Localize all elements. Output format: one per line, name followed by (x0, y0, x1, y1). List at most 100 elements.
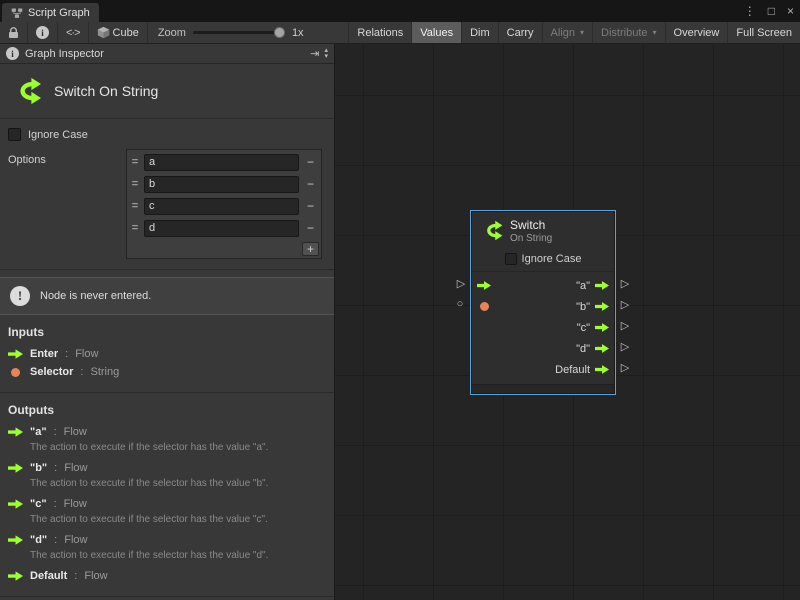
node-port-row: "b" (472, 296, 614, 317)
output-port-entry: "a" : Flow (8, 426, 326, 438)
port-description: The action to execute if the selector ha… (30, 442, 326, 453)
toolbar-button-fullscreen[interactable]: Full Screen (727, 22, 800, 43)
add-option-button[interactable]: + (302, 242, 319, 256)
remove-option-button[interactable]: − (302, 177, 319, 192)
node-ignore-case-row: Ignore Case (472, 249, 614, 271)
drag-handle-icon[interactable]: = (129, 222, 141, 234)
port-type: String (90, 366, 119, 378)
unconnected-output-c-triangle[interactable]: ▷ (619, 318, 631, 332)
toolbar-button-align[interactable]: Align ▾ (542, 22, 592, 43)
input-port-entry: Selector : String (8, 366, 326, 378)
output-port-entry: Default : Flow (8, 570, 326, 582)
unconnected-selector-circle[interactable]: ○ (454, 297, 466, 311)
unity-script-graph-window: Script Graph ⋮ □ × i <·> (0, 0, 800, 600)
port-type: Flow (75, 348, 98, 360)
port-separator: : (65, 348, 68, 360)
ignore-case-row: Ignore Case (0, 119, 334, 145)
toolbar-button-distribute[interactable]: Distribute ▾ (592, 22, 664, 43)
unconnected-output-default-triangle[interactable]: ▷ (619, 360, 631, 374)
flow-arrow-icon (8, 535, 23, 545)
node-footer (472, 384, 614, 393)
node-ignore-case-label: Ignore Case (522, 253, 582, 265)
drag-handle-icon[interactable]: = (129, 200, 141, 212)
inputs-section: Inputs Enter : Flow Selector : String (0, 315, 334, 393)
port-description: The action to execute if the selector ha… (30, 550, 326, 561)
tab-label: Script Graph (28, 7, 90, 19)
port-name: "c" (30, 498, 47, 510)
tab-script-graph[interactable]: Script Graph (2, 3, 99, 22)
output-port-default[interactable] (595, 365, 609, 374)
graph-canvas[interactable]: ▷ ○ ▷ ▷ ▷ ▷ ▷ Switch On String (335, 44, 800, 600)
remove-option-button[interactable]: − (302, 221, 319, 236)
option-row: = − (129, 151, 319, 173)
option-input-0[interactable] (144, 154, 299, 171)
toolbar-button-dim[interactable]: Dim (461, 22, 498, 43)
toolbar-button-values[interactable]: Values (411, 22, 461, 43)
dock-icon[interactable]: ⇥ (310, 47, 319, 60)
flow-arrow-icon (8, 499, 23, 509)
toolbar-button-relations[interactable]: Relations (348, 22, 411, 43)
unconnected-output-d-triangle[interactable]: ▷ (619, 339, 631, 353)
option-row: = − (129, 217, 319, 239)
zoom-slider-knob[interactable] (274, 27, 285, 38)
window-maximize-icon[interactable]: □ (762, 4, 781, 18)
switch-on-string-node[interactable]: ▷ ○ ▷ ▷ ▷ ▷ ▷ Switch On String (471, 211, 615, 394)
window-content: i Graph Inspector ⇥ ▴ ▾ Switch On String (0, 44, 800, 600)
window-titlebar: Script Graph ⋮ □ × (0, 0, 800, 22)
code-view-button[interactable]: <·> (58, 22, 89, 43)
unconnected-output-b-triangle[interactable]: ▷ (619, 297, 631, 311)
port-name: "d" (30, 534, 47, 546)
toolbar-button-carry[interactable]: Carry (498, 22, 542, 43)
ignore-case-label: Ignore Case (28, 129, 88, 141)
toolbar-button-overview[interactable]: Overview (665, 22, 728, 43)
unconnected-output-a-triangle[interactable]: ▷ (619, 276, 631, 290)
port-name: Default (30, 570, 67, 582)
chevron-down-icon: ▾ (580, 28, 584, 37)
flow-arrow-icon (595, 281, 609, 290)
node-port-row: "c" (472, 317, 614, 338)
output-port-entry: "b" : Flow (8, 462, 326, 474)
remove-option-button[interactable]: − (302, 155, 319, 170)
port-separator: : (74, 570, 77, 582)
option-input-1[interactable] (144, 176, 299, 193)
options-label: Options (8, 149, 46, 259)
inputs-heading: Inputs (8, 325, 326, 339)
unconnected-flow-input-triangle[interactable]: ▷ (455, 276, 467, 290)
remove-option-button[interactable]: − (302, 199, 319, 214)
info-toggle-button[interactable]: i (28, 22, 58, 43)
switch-on-string-icon (12, 77, 42, 105)
window-menu-icon[interactable]: ⋮ (738, 4, 762, 18)
cube-icon (97, 26, 110, 39)
output-port-c[interactable] (595, 323, 609, 332)
option-input-2[interactable] (144, 198, 299, 215)
port-type: Flow (64, 534, 87, 546)
lock-icon[interactable] (0, 22, 28, 43)
node-port-row: "a" (472, 275, 614, 296)
node-title: Switch (510, 218, 552, 232)
drag-handle-icon[interactable]: = (129, 156, 141, 168)
info-icon: i (6, 47, 19, 60)
window-close-icon[interactable]: × (781, 4, 800, 18)
object-reference-button[interactable]: Cube (89, 22, 148, 43)
output-port-d[interactable] (595, 344, 609, 353)
selector-string-port[interactable] (477, 302, 492, 311)
unit-title-block: Switch On String (0, 64, 334, 119)
port-name: Selector (30, 366, 73, 378)
toolbar-button-group: Relations Values Dim Carry Align ▾ Distr… (348, 22, 800, 43)
zoom-slider[interactable] (193, 31, 285, 34)
port-separator: : (54, 462, 57, 474)
options-field: Options = − = − = − (0, 145, 334, 270)
node-ignore-case-checkbox[interactable] (505, 253, 517, 265)
drag-handle-icon[interactable]: = (129, 178, 141, 190)
pane-down-icon: ▾ (324, 54, 328, 60)
option-input-3[interactable] (144, 220, 299, 237)
output-port-b[interactable] (595, 302, 609, 311)
output-port-a[interactable] (595, 281, 609, 290)
output-port-label: "b" (576, 301, 590, 313)
enter-flow-port[interactable] (477, 281, 491, 290)
output-port-entry: "d" : Flow (8, 534, 326, 546)
zoom-control: Zoom 1x (148, 22, 314, 43)
pane-scroll-arrows[interactable]: ▴ ▾ (324, 48, 328, 60)
flow-arrow-icon (8, 427, 23, 437)
ignore-case-checkbox[interactable] (8, 128, 21, 141)
